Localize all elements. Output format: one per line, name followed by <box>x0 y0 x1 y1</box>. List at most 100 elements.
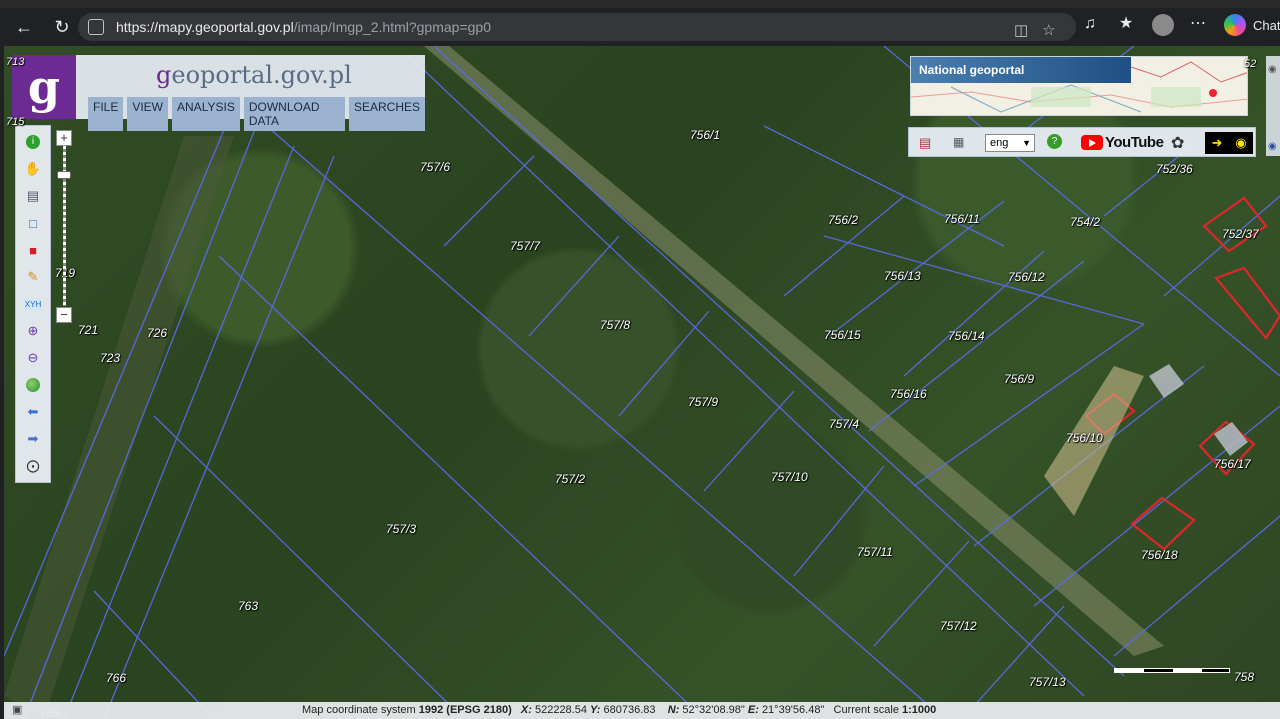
parcel-label: 757/8 <box>600 318 631 332</box>
reset-icon[interactable]: ⨀ <box>23 456 43 476</box>
parcel-label: 756/1 <box>690 128 721 142</box>
read-aloud-icon[interactable]: ♫ <box>1080 14 1100 34</box>
parcel-label: 726 <box>147 326 168 340</box>
youtube-label: YouTube <box>1105 134 1164 151</box>
window-top-strip <box>0 0 1280 8</box>
e-label: E: <box>747 704 759 716</box>
zoom-out-icon[interactable]: ⊖ <box>23 348 43 368</box>
language-select[interactable]: eng ▼ <box>985 134 1035 152</box>
e-value: 21°39'56.48" <box>761 704 825 716</box>
status-bar: ▣ Map coordinate system 1992 (EPSG 2180)… <box>4 702 1280 719</box>
pan-hand-icon[interactable]: ✋ <box>23 159 43 179</box>
menu-download-data[interactable]: DOWNLOAD DATA <box>243 97 345 131</box>
scale-bar <box>1114 668 1230 673</box>
menu-analysis[interactable]: ANALYSIS <box>172 97 240 131</box>
copilot-icon[interactable] <box>1224 14 1246 36</box>
back-icon[interactable]: ← <box>10 13 38 41</box>
x-value: 522228.54 <box>534 704 587 716</box>
coord-system-value: 1992 (EPSG 2180) <box>418 704 512 716</box>
next-view-icon[interactable]: ➡ <box>23 429 43 449</box>
scale-value: 1:1000 <box>902 704 937 716</box>
parcel-label: 756/18 <box>1141 548 1178 562</box>
n-value: 52°32'08.98" <box>682 704 745 716</box>
parcel-label: 757/10 <box>771 470 808 484</box>
globe-icon[interactable] <box>23 375 43 395</box>
site-title: geoportal.gov.pl <box>156 61 352 89</box>
favorite-icon[interactable]: ☆ <box>1042 21 1055 39</box>
more-icon[interactable]: ⋯ <box>1188 14 1208 34</box>
parcel-label: 752/36 <box>1156 162 1193 176</box>
browser-toolbar: ← ↻ https://mapy.geoportal.gov.pl/imap/I… <box>0 8 1280 46</box>
youtube-icon <box>1081 135 1103 150</box>
edge-label: 715 <box>6 116 25 128</box>
parcel-label: 757/9 <box>688 395 719 409</box>
geoportal-header: g geoportal.gov.pl FILE VIEW ANALYSIS DO… <box>12 55 425 131</box>
wms-icon[interactable]: ▦ <box>953 135 964 149</box>
parcel-label: 756/17 <box>1214 457 1251 471</box>
status-text: Map coordinate system 1992 (EPSG 2180) X… <box>302 704 936 716</box>
accessibility-icon[interactable]: ✿ <box>1171 133 1184 153</box>
menu-searches[interactable]: SEARCHES <box>348 97 425 131</box>
arrow-right-icon: ➜ <box>1211 135 1223 150</box>
layers-icon[interactable]: ◉ <box>1268 64 1277 75</box>
parcel-label: 757/7 <box>510 239 541 253</box>
parcel-label: 758 <box>1234 670 1255 684</box>
select-clear-icon[interactable]: ■ <box>23 240 43 260</box>
parcel-label: 757/12 <box>940 619 977 633</box>
parcel-label: 763 <box>238 599 259 613</box>
news-icon[interactable]: ▤ <box>919 135 931 151</box>
chat-label[interactable]: Chat <box>1253 18 1280 33</box>
parcel-label: 756/13 <box>884 269 921 283</box>
draw-pencil-icon[interactable]: ✎ <box>23 267 43 287</box>
url-host: https://mapy.geoportal.gov.pl <box>116 19 294 35</box>
overview-map[interactable]: National geoportal <box>910 56 1248 116</box>
menu-view[interactable]: VIEW <box>127 97 169 131</box>
parcel-label: 756/16 <box>890 387 927 401</box>
eye-icon: ◉ <box>1235 135 1247 150</box>
map-viewport[interactable]: 756/1 757/6 756/2 756/11 754/2 752/36 752/37 75… <box>4 46 1280 719</box>
title-rest: eoportal.gov.pl <box>171 61 352 89</box>
parcel-label: 757/13 <box>1029 675 1066 689</box>
reload-icon[interactable]: ↻ <box>48 13 76 41</box>
visibility-icon[interactable]: ◉ <box>1268 141 1277 152</box>
zoom-minus-button[interactable]: − <box>56 307 72 323</box>
favorites-icon[interactable]: ★ <box>1116 14 1136 34</box>
parcel-label: 752/37 <box>1222 227 1259 241</box>
coord-system-label: Map coordinate system <box>302 704 416 716</box>
parcel-label: 756/15 <box>824 328 861 342</box>
select-area-icon[interactable]: □ <box>23 213 43 233</box>
parcel-label: 756/12 <box>1008 270 1045 284</box>
site-settings-icon[interactable] <box>88 19 104 35</box>
parcel-label: 757/11 <box>857 545 893 559</box>
youtube-link[interactable]: YouTube <box>1081 134 1164 151</box>
n-label: N: <box>667 704 680 716</box>
menu-file[interactable]: FILE <box>88 97 124 131</box>
help-icon[interactable]: ? <box>1047 134 1062 149</box>
parcel-label: 757/2 <box>555 472 586 486</box>
address-bar[interactable]: https://mapy.geoportal.gov.pl/imap/Imgp_… <box>78 13 1076 41</box>
parcel-label: 756/11 <box>944 212 980 226</box>
zoom-in-icon[interactable]: ⊕ <box>23 321 43 341</box>
profile-icon[interactable] <box>1152 14 1174 36</box>
url-path: /imap/Imgp_2.html?gpmap=gp0 <box>293 19 491 35</box>
parcel-label: 756/10 <box>1066 431 1103 445</box>
zoom-slider-handle[interactable] <box>57 171 71 179</box>
expand-icon[interactable]: ▣ <box>12 703 22 716</box>
tool-column: i ✋ ▤ □ ■ ✎ XYH ⊕ ⊖ ⬅ ➡ ⨀ <box>15 125 51 483</box>
chevron-down-icon: ▼ <box>1022 138 1031 148</box>
edge-label: 713 <box>6 56 25 68</box>
edge-label: 52 <box>1244 58 1257 70</box>
zoom-plus-button[interactable]: + <box>56 130 72 146</box>
info-icon[interactable]: i <box>23 132 43 152</box>
parcel-label: 721 <box>78 323 99 337</box>
prev-view-icon[interactable]: ⬅ <box>23 402 43 422</box>
contrast-toggle[interactable]: ➜ ◉ <box>1205 132 1253 154</box>
parcel-label: 723 <box>100 351 121 365</box>
zoom-slider[interactable] <box>63 146 66 306</box>
parcel-label: 754/2 <box>1070 215 1101 229</box>
y-value: 680736.83 <box>603 704 656 716</box>
xyh-icon[interactable]: XYH <box>23 294 43 314</box>
split-screen-icon[interactable]: ◫ <box>1014 21 1028 39</box>
legend-icon[interactable]: ▤ <box>23 186 43 206</box>
right-toolbar: ▤ ▦ eng ▼ ? YouTube ✿ ➜ ◉ <box>908 127 1256 157</box>
